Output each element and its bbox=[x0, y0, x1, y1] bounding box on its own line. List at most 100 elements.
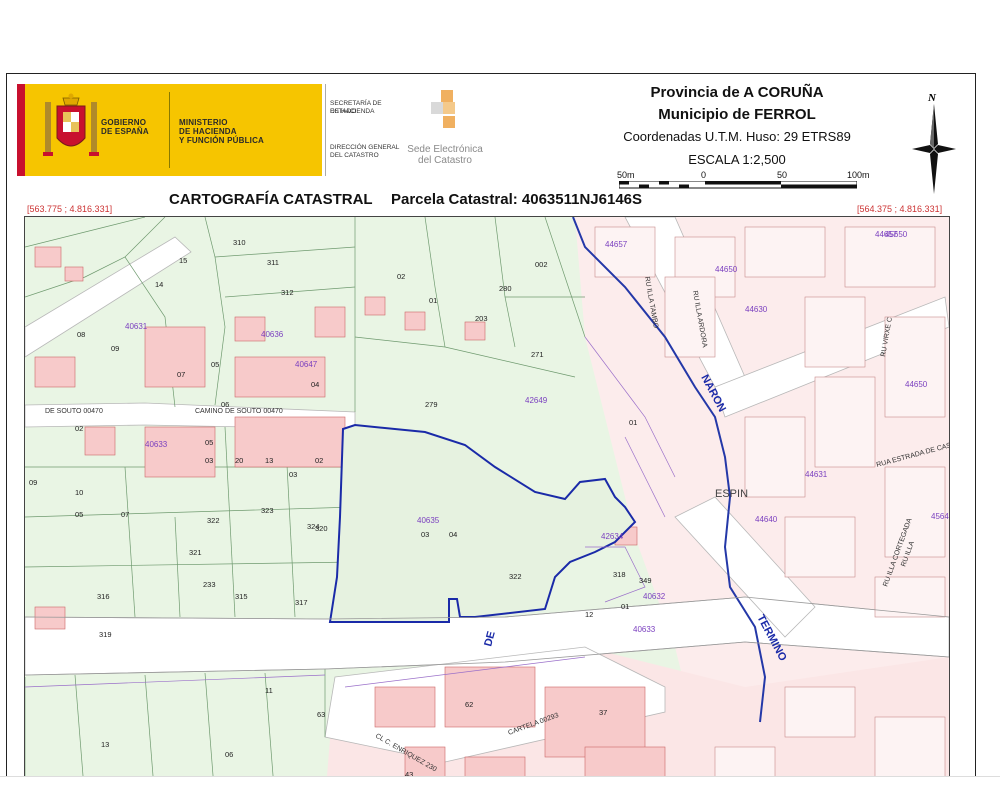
parcel-label: 01 bbox=[429, 296, 437, 305]
ministry-line-3: Y FUNCIÓN PÚBLICA bbox=[179, 136, 265, 145]
street-name-label: DE SOUTO 00470 bbox=[45, 408, 103, 415]
parcel-label: 09 bbox=[29, 478, 37, 487]
cadastral-map[interactable]: 40631 40636 40647 42649 40633 40635 42634 40632… bbox=[24, 216, 950, 801]
parcel-label: 05 bbox=[205, 438, 213, 447]
corner-coord-right: [564.375 ; 4.816.331] bbox=[857, 204, 943, 214]
secretariat-block: SECRETARÍA DE ESTADO DE HACIENDA DIRECCI… bbox=[325, 84, 404, 176]
parcel-label: 02 bbox=[75, 424, 83, 433]
parcel-label: 04 bbox=[449, 530, 457, 539]
catastro-squares-icon bbox=[431, 90, 455, 128]
parcel-number-label: 44650 bbox=[715, 265, 738, 274]
parcel-label: 279 bbox=[425, 400, 438, 409]
secretariat-line-2: DE HACIENDA bbox=[330, 108, 375, 115]
street-name-label: CAMINO DE SOUTO 00470 bbox=[195, 408, 283, 415]
flag-stripe bbox=[17, 84, 25, 176]
parcel-label: 02 bbox=[315, 456, 323, 465]
parcel-label: 10 bbox=[75, 488, 83, 497]
scale-label-right: 100m bbox=[847, 170, 870, 180]
coat-of-arms-icon bbox=[43, 93, 99, 156]
parcel-number-label: 44630 bbox=[745, 305, 768, 314]
parcel-label: 203 bbox=[475, 314, 488, 323]
gov-line-1: GOBIERNO bbox=[101, 118, 147, 127]
parcel-label: 04 bbox=[311, 380, 319, 389]
parcel-label: 07 bbox=[121, 510, 129, 519]
parcel-label: 311 bbox=[267, 258, 279, 267]
directorate-line-2: DEL CATASTRO bbox=[330, 152, 379, 159]
parcel-label: 315 bbox=[235, 592, 248, 601]
parcel-label: 03 bbox=[289, 470, 297, 479]
logo-divider bbox=[169, 92, 170, 168]
north-label: N bbox=[928, 92, 936, 104]
gov-line-2: DE ESPAÑA bbox=[101, 127, 149, 136]
parcel-number-label: 40633 bbox=[145, 440, 168, 449]
cartography-title: CARTOGRAFÍA CATASTRAL bbox=[169, 191, 373, 208]
sheet-header: GOBIERNO DE ESPAÑA MINISTERIO DE HACIEND… bbox=[7, 74, 975, 214]
parcel-label: 01 bbox=[629, 418, 637, 427]
parcel-label: 12 bbox=[585, 610, 593, 619]
parcel-label: 05 bbox=[75, 510, 83, 519]
parcel-number-label: 40647 bbox=[295, 360, 318, 369]
parcel-number-label: 42634 bbox=[601, 532, 624, 541]
parcel-label: 233 bbox=[203, 580, 216, 589]
province-title: Provincia de A CORUÑA bbox=[650, 84, 824, 101]
parcel-label: 09 bbox=[111, 344, 119, 353]
parcel-number-label: 44650 bbox=[905, 380, 928, 389]
government-logo-block: GOBIERNO DE ESPAÑA MINISTERIO DE HACIEND… bbox=[17, 84, 322, 176]
coordinate-system: Coordenadas U.T.M. Huso: 29 ETRS89 bbox=[623, 129, 851, 144]
scale-label-mid: 50 bbox=[777, 170, 788, 180]
parcel-label: 319 bbox=[99, 630, 112, 639]
parcel-label: 323 bbox=[261, 506, 274, 515]
parcel-label: 317 bbox=[295, 598, 308, 607]
parcel-label: 002 bbox=[535, 260, 548, 269]
parcel-label: 13 bbox=[265, 456, 273, 465]
sede-line-2: del Catastro bbox=[418, 155, 472, 166]
parcel-label: 37 bbox=[599, 708, 607, 717]
parcel-label: 312 bbox=[281, 288, 294, 297]
parcel-label: 310 bbox=[233, 238, 246, 247]
scale-label-left: 50m bbox=[617, 170, 635, 180]
scale-bar-graphic bbox=[619, 181, 857, 189]
parcel-label: 07 bbox=[177, 370, 185, 379]
parcel-label: 322 bbox=[207, 516, 220, 525]
parcel-label: 02 bbox=[397, 272, 405, 281]
parcel-number-label: 44631 bbox=[805, 470, 828, 479]
parcel-label: 01 bbox=[621, 602, 629, 611]
parcel-reference: Parcela Catastral: 4063511NJ6146S bbox=[391, 191, 643, 208]
parcel-number-label: 40631 bbox=[125, 322, 148, 331]
parcel-number-label: 40636 bbox=[261, 330, 284, 339]
parcel-label: 20 bbox=[235, 456, 243, 465]
parcel-number-label: 40632 bbox=[643, 592, 666, 601]
parcel-number-label: 44657 bbox=[605, 240, 628, 249]
directorate-line-1: DIRECCIÓN GENERAL bbox=[330, 144, 400, 151]
parcel-label: 318 bbox=[613, 570, 626, 579]
ministry-line-1: MINISTERIO bbox=[179, 118, 228, 127]
parcel-label: 349 bbox=[639, 576, 652, 585]
parcel-label: 62 bbox=[465, 700, 473, 709]
parcel-label: 322 bbox=[509, 572, 522, 581]
municipality-title: Municipio de FERROL bbox=[658, 106, 816, 123]
compass-rose-icon bbox=[912, 104, 956, 194]
parcel-label: 11 bbox=[265, 686, 273, 695]
parcel-label: 15 bbox=[179, 256, 187, 265]
parcel-number-label: 40635 bbox=[417, 516, 440, 525]
sede-line-1: Sede Electrónica bbox=[407, 144, 483, 155]
parcel-number-label: 40633 bbox=[633, 625, 656, 634]
scale-text: ESCALA 1:2,500 bbox=[688, 152, 786, 167]
parcel-number-label: 44640 bbox=[755, 515, 778, 524]
scale-bar: 50m 0 50 100m bbox=[617, 170, 870, 190]
parcel-number-label: 45650 bbox=[885, 230, 908, 239]
page-bottom-strip bbox=[0, 776, 1000, 801]
parcel-label: 321 bbox=[189, 548, 202, 557]
parcel-label: 08 bbox=[77, 330, 85, 339]
ministry-line-2: DE HACIENDA bbox=[179, 127, 237, 136]
corner-coord-left: [563.775 ; 4.816.331] bbox=[27, 204, 113, 214]
parcel-label: 06 bbox=[225, 750, 233, 759]
parcel-number-label: 42649 bbox=[525, 396, 548, 405]
parcel-label: 320 bbox=[315, 524, 328, 533]
parcel-label: 14 bbox=[155, 280, 163, 289]
sede-electronica-logo: Sede Electrónica del Catastro bbox=[405, 88, 485, 178]
map-canvas[interactable]: 40631 40636 40647 42649 40633 40635 42634 40632… bbox=[25, 217, 949, 801]
parcel-label: 63 bbox=[317, 710, 325, 719]
parcel-label: 05 bbox=[211, 360, 219, 369]
parcel-label: 03 bbox=[205, 456, 213, 465]
